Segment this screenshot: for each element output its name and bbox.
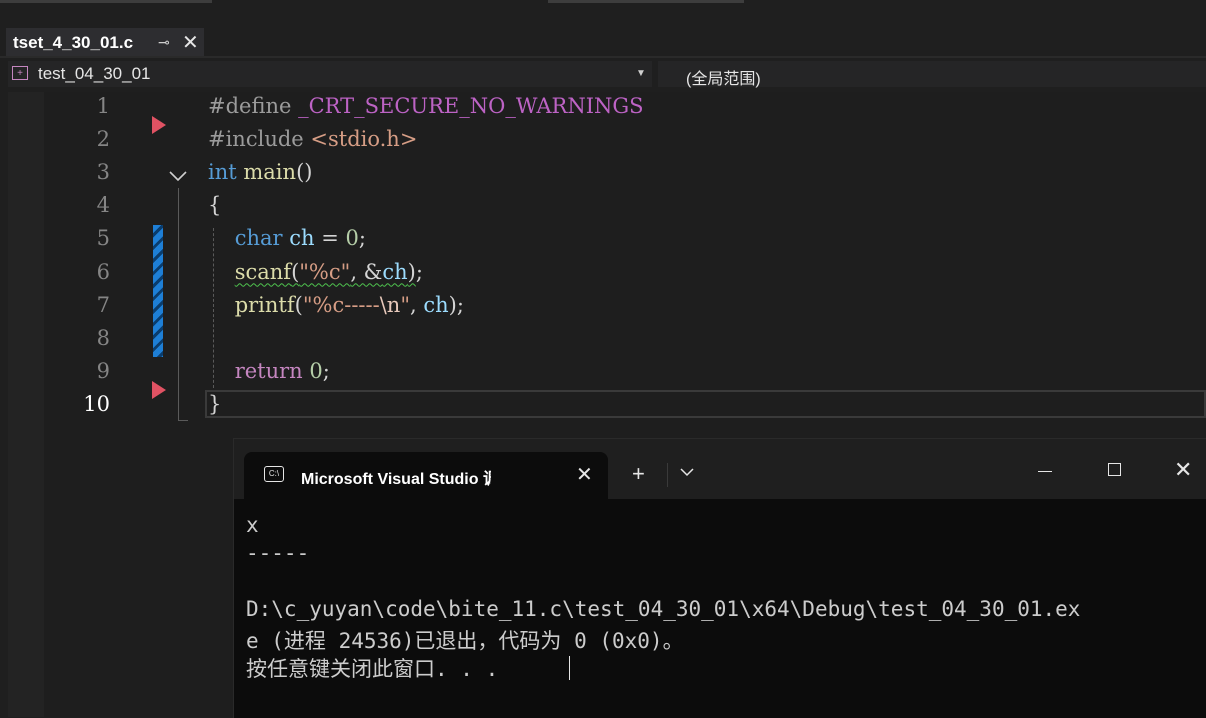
code-token: main <box>243 160 297 185</box>
pin-icon[interactable]: ⊸ <box>158 34 170 51</box>
code-token: 0 <box>309 358 323 383</box>
code-token: \n <box>379 292 401 317</box>
document-tab[interactable]: tset_4_30_01.c ⊸ ✕ <box>6 28 204 56</box>
code-line[interactable]: } <box>208 392 221 416</box>
document-tab-bar: tset_4_30_01.c ⊸ ✕ <box>0 24 1206 58</box>
project-icon: + <box>12 66 28 80</box>
console-output-line: e (进程 24536)已退出，代码为 0 (0x0)。 <box>246 629 684 653</box>
code-token: " <box>400 292 410 317</box>
tab-title: tset_4_30_01.c <box>13 33 134 52</box>
code-token: ( <box>294 292 303 317</box>
top-strip <box>0 0 1206 24</box>
code-token: printf <box>234 292 295 317</box>
line-number: 7 <box>96 292 110 317</box>
code-line[interactable]: printf("%c-----\n", ch); <box>208 293 464 317</box>
debug-console-window[interactable]: C:\ Microsoft Visual Studio 调试控制台 ✕ + ✕ … <box>233 438 1206 718</box>
code-token: <stdio.h> <box>310 127 418 152</box>
text-cursor <box>569 656 570 680</box>
console-output-line: x <box>246 513 259 537</box>
code-token: ch <box>289 226 315 251</box>
chevron-down-icon[interactable]: ▼ <box>636 68 646 79</box>
current-line-highlight <box>205 390 1206 418</box>
change-tracking-bar <box>153 225 163 357</box>
window-close-icon[interactable]: ✕ <box>1174 457 1192 483</box>
code-token: { <box>208 193 222 218</box>
code-token: "%c----- <box>302 292 380 317</box>
fold-chevron-icon[interactable] <box>168 170 188 182</box>
top-divider <box>0 0 212 3</box>
code-line[interactable]: scanf("%c", &ch); <box>208 260 423 284</box>
code-token: ; <box>415 259 423 284</box>
fold-line-end <box>178 420 188 421</box>
code-token: char <box>234 226 283 251</box>
project-label: test_04_30_01 <box>38 64 151 83</box>
code-token: () <box>296 160 313 185</box>
console-tab[interactable]: C:\ Microsoft Visual Studio 调试控制台 ✕ <box>244 452 608 499</box>
code-token: ; <box>358 226 366 251</box>
code-line[interactable]: int main() <box>208 160 312 184</box>
scope-label: (全局范围) <box>686 71 761 88</box>
console-titlebar: C:\ Microsoft Visual Studio 调试控制台 ✕ + ✕ <box>234 439 1206 499</box>
project-dropdown[interactable]: + test_04_30_01 ▼ <box>8 61 652 87</box>
line-number: 4 <box>96 193 110 218</box>
code-token: ); <box>448 292 464 317</box>
titlebar-divider <box>667 463 668 487</box>
new-tab-plus-icon[interactable]: + <box>632 461 645 487</box>
code-line[interactable]: { <box>208 193 221 217</box>
code-token: int <box>208 160 237 185</box>
console-output-line: 按任意键关闭此窗口. . . <box>246 657 499 681</box>
scope-dropdown[interactable]: (全局范围) <box>658 61 1206 88</box>
line-number: 9 <box>96 358 110 383</box>
code-token: return <box>234 358 303 383</box>
console-output-line: D:\c_yuyan\code\bite_11.c\test_04_30_01\… <box>246 597 1081 621</box>
code-line[interactable]: #include <stdio.h> <box>208 127 417 151</box>
line-number: 2 <box>96 127 110 152</box>
chevron-down-icon[interactable] <box>680 467 694 477</box>
line-number: 10 <box>83 391 110 416</box>
close-icon[interactable]: ✕ <box>576 462 593 487</box>
terminal-icon: C:\ <box>264 466 284 482</box>
code-token: 0 <box>345 226 359 251</box>
editor-left-margin <box>8 92 44 717</box>
code-token: } <box>208 391 222 416</box>
fold-line <box>178 188 179 420</box>
breakpoint-arrow-icon[interactable] <box>152 381 166 399</box>
code-token: = <box>314 226 346 251</box>
line-number: 3 <box>96 160 110 185</box>
code-token: ch <box>423 292 449 317</box>
console-output-line: ----- <box>246 541 310 565</box>
navigation-bar: + test_04_30_01 ▼ (全局范围) <box>0 58 1206 90</box>
warning-squiggle: scanf("%c", &ch) <box>234 259 416 284</box>
maximize-icon[interactable] <box>1108 463 1121 476</box>
code-token: , <box>409 292 424 317</box>
line-number: 8 <box>96 325 110 350</box>
code-line[interactable]: return 0; <box>208 359 330 383</box>
minimize-icon[interactable] <box>1038 471 1052 472</box>
breakpoint-arrow-icon[interactable] <box>152 116 166 134</box>
code-line[interactable]: #define _CRT_SECURE_NO_WARNINGS <box>208 94 644 118</box>
line-number: 5 <box>96 226 110 251</box>
code-token: _CRT_SECURE_NO_WARNINGS <box>298 94 644 118</box>
console-tab-title: Microsoft Visual Studio 调试控制台 <box>301 471 491 488</box>
code-token: ; <box>322 358 330 383</box>
close-icon[interactable]: ✕ <box>182 30 199 55</box>
code-token: #define <box>208 94 299 118</box>
line-number: 1 <box>96 94 110 118</box>
code-line[interactable]: char ch = 0; <box>208 226 366 250</box>
line-number: 6 <box>96 259 110 284</box>
code-token: #include <box>208 127 311 152</box>
top-divider <box>548 0 744 3</box>
